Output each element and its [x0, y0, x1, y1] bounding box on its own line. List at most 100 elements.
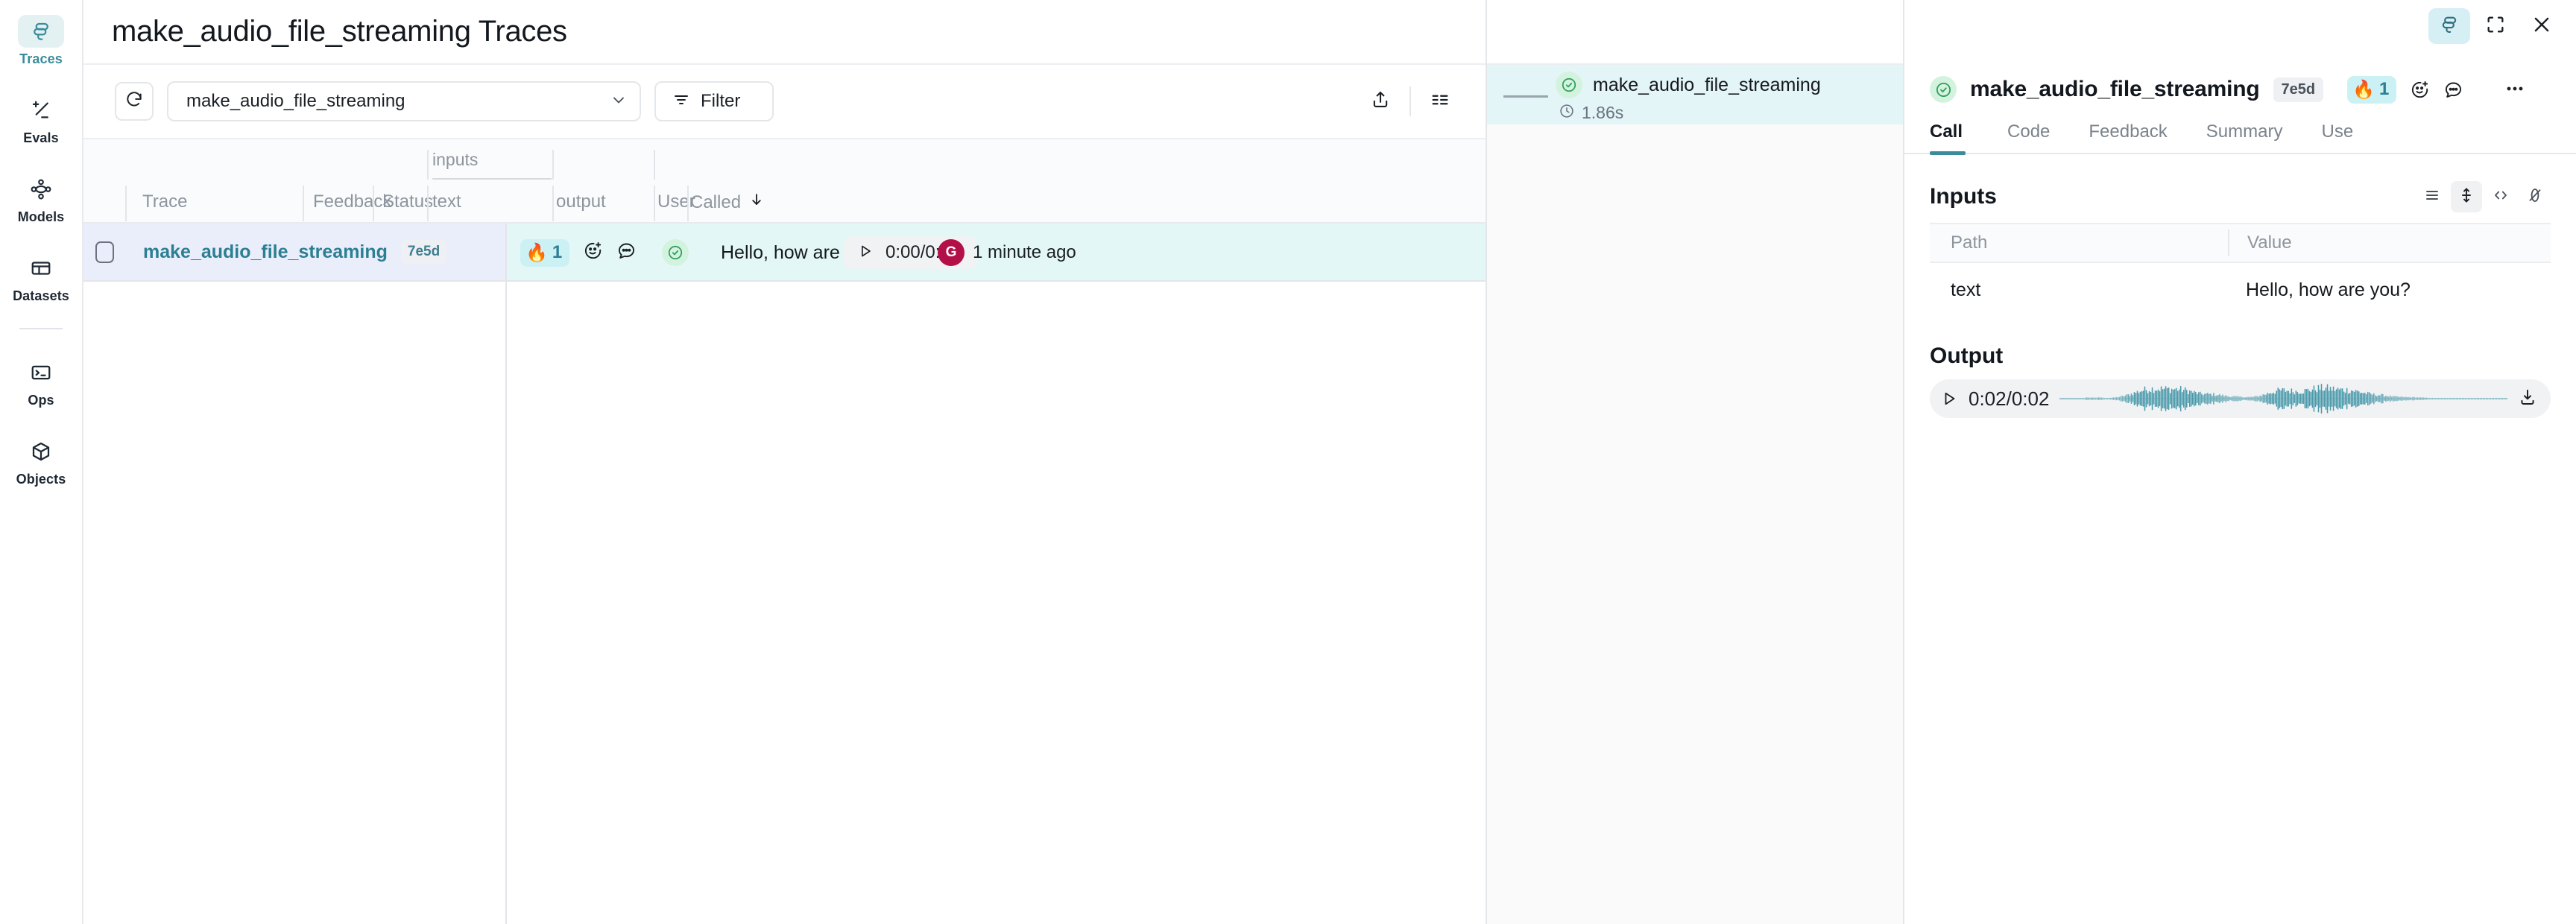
filter-label: Filter: [701, 91, 741, 111]
page-title: make_audio_file_streaming Traces: [112, 15, 567, 48]
column-header-status[interactable]: Status: [382, 192, 433, 212]
output-section: Output 0:02/0:02: [1904, 317, 2576, 418]
column-separator: [654, 150, 655, 180]
column-header-value: Value: [2228, 230, 2551, 256]
tab-summary[interactable]: Summary: [2187, 121, 2302, 153]
traces-icon: [2439, 14, 2460, 39]
play-icon[interactable]: [857, 243, 874, 263]
filter-button[interactable]: Filter: [654, 81, 774, 121]
expand-rows-icon: [2457, 186, 2475, 208]
reaction-chip[interactable]: 🔥 1: [520, 238, 570, 267]
more-options-icon[interactable]: [2504, 80, 2526, 98]
column-header-output[interactable]: output: [556, 192, 606, 212]
status-badge: [662, 239, 689, 266]
sidebar-item-objects[interactable]: Objects: [0, 431, 83, 490]
refresh-button[interactable]: [115, 82, 154, 121]
column-separator: [427, 186, 429, 221]
avatar[interactable]: G: [938, 239, 965, 266]
output-title: Output: [1930, 344, 2004, 368]
sidebar-item-traces[interactable]: Traces: [0, 10, 83, 70]
table-header: inputs Trace Feedback Status text output…: [83, 139, 1486, 224]
close-button[interactable]: [2521, 8, 2563, 44]
trace-tree-node-content: make_audio_file_streaming 1.86s: [1556, 72, 1821, 123]
table-row-pinned-cells: make_audio_file_streaming 7e5d: [83, 224, 507, 282]
trace-tree-node[interactable]: make_audio_file_streaming 1.86s: [1487, 65, 1903, 124]
sidebar-item-label: Traces: [19, 51, 63, 66]
column-separator: [687, 186, 689, 221]
column-settings-button[interactable]: [1417, 80, 1463, 122]
sidebar-item-label: Objects: [16, 472, 66, 487]
add-reaction-icon[interactable]: [583, 241, 603, 265]
filter-icon: [672, 91, 690, 113]
list-view-button[interactable]: [2416, 181, 2448, 212]
reaction-chip[interactable]: 🔥 1: [2347, 75, 2397, 104]
download-button[interactable]: [2518, 387, 2537, 411]
fullscreen-icon: [2485, 14, 2506, 39]
sidebar-item-models[interactable]: Models: [0, 168, 83, 228]
chevron-down-icon: [610, 91, 628, 113]
arrow-down-icon: [748, 192, 765, 213]
column-separator: [373, 186, 374, 221]
traces-window-button[interactable]: [2428, 8, 2470, 44]
output-audio-player[interactable]: 0:02/0:02: [1930, 379, 2551, 418]
cell-called-value: 1 minute ago: [973, 242, 1076, 262]
detail-title: make_audio_file_streaming: [1970, 77, 2260, 101]
column-header-trace[interactable]: Trace: [142, 192, 187, 212]
op-select-value: make_audio_file_streaming: [186, 91, 405, 111]
trace-name-link[interactable]: make_audio_file_streaming: [143, 241, 388, 263]
hide-icon: [2526, 186, 2544, 208]
export-button[interactable]: [1357, 80, 1404, 122]
audio-waveform[interactable]: [2059, 384, 2507, 414]
cell-called: 1 minute ago: [973, 224, 1076, 282]
sidebar-item-datasets[interactable]: Datasets: [0, 247, 83, 307]
column-header-text[interactable]: text: [432, 192, 461, 212]
tab-code[interactable]: Code: [1988, 121, 2069, 153]
evals-icon: [18, 94, 64, 127]
fullscreen-button[interactable]: [2475, 8, 2516, 44]
comment-icon[interactable]: [2443, 80, 2463, 100]
sidebar-item-ops[interactable]: Ops: [0, 352, 83, 411]
column-header-called-label: Called: [690, 192, 742, 212]
output-audio-time: 0:02/0:02: [1969, 387, 2050, 410]
tab-use[interactable]: Use: [2302, 121, 2373, 153]
hide-button[interactable]: [2519, 181, 2551, 212]
tab-call[interactable]: Call: [1930, 121, 1982, 155]
trace-id-chip[interactable]: 7e5d: [400, 240, 447, 264]
table-row-cells: 🔥 1 Hello, how are you? 0:00/0:02 G 1 mi…: [507, 224, 1486, 282]
inputs-table-row: text Hello, how are you?: [1930, 263, 2551, 317]
table-group-header-row: inputs: [83, 139, 1486, 183]
row-checkbox[interactable]: [95, 241, 114, 263]
column-separator: [303, 186, 304, 221]
comment-icon[interactable]: [616, 241, 637, 265]
sidebar-item-evals[interactable]: Evals: [0, 89, 83, 149]
inputs-section: Inputs Path Value text Hello, how are yo…: [1904, 154, 2576, 317]
status-badge: [1930, 76, 1957, 103]
call-detail-pane: make_audio_file_streaming 7e5d 🔥 1 Call …: [1904, 0, 2576, 924]
sidebar-divider: [19, 328, 63, 329]
input-value: Hello, how are you?: [2246, 279, 2411, 300]
column-separator: [125, 186, 127, 221]
trace-tree-top-spacer: [1487, 0, 1903, 65]
column-header-feedback[interactable]: Feedback: [313, 192, 391, 212]
column-separator: [552, 150, 554, 180]
add-reaction-icon[interactable]: [2410, 80, 2430, 100]
inputs-table-header: Path Value: [1930, 223, 2551, 263]
table-row[interactable]: make_audio_file_streaming 7e5d 🔥 1 Hello…: [83, 224, 1486, 282]
inputs-section-header: Inputs: [1930, 181, 2551, 212]
tab-feedback[interactable]: Feedback: [2069, 121, 2186, 153]
inputs-table: Path Value text Hello, how are you?: [1930, 223, 2551, 317]
detail-header: make_audio_file_streaming 7e5d 🔥 1: [1904, 65, 2576, 114]
expand-rows-button[interactable]: [2451, 181, 2482, 212]
inputs-view-toolbar: [2416, 181, 2551, 212]
tree-connector-line: [1503, 95, 1548, 98]
detail-id-chip[interactable]: 7e5d: [2273, 77, 2324, 102]
table-empty-pinned-area: [83, 282, 507, 924]
trace-tree-pane: make_audio_file_streaming 1.86s: [1486, 0, 1904, 924]
output-section-header: Output: [1930, 344, 2551, 369]
column-header-called[interactable]: Called: [690, 192, 765, 213]
traces-icon: [18, 15, 64, 48]
traces-main-pane: make_audio_file_streaming Traces make_au…: [83, 0, 1486, 924]
op-select[interactable]: make_audio_file_streaming: [167, 81, 641, 121]
code-view-button[interactable]: [2485, 181, 2516, 212]
play-icon[interactable]: [1940, 390, 1958, 408]
